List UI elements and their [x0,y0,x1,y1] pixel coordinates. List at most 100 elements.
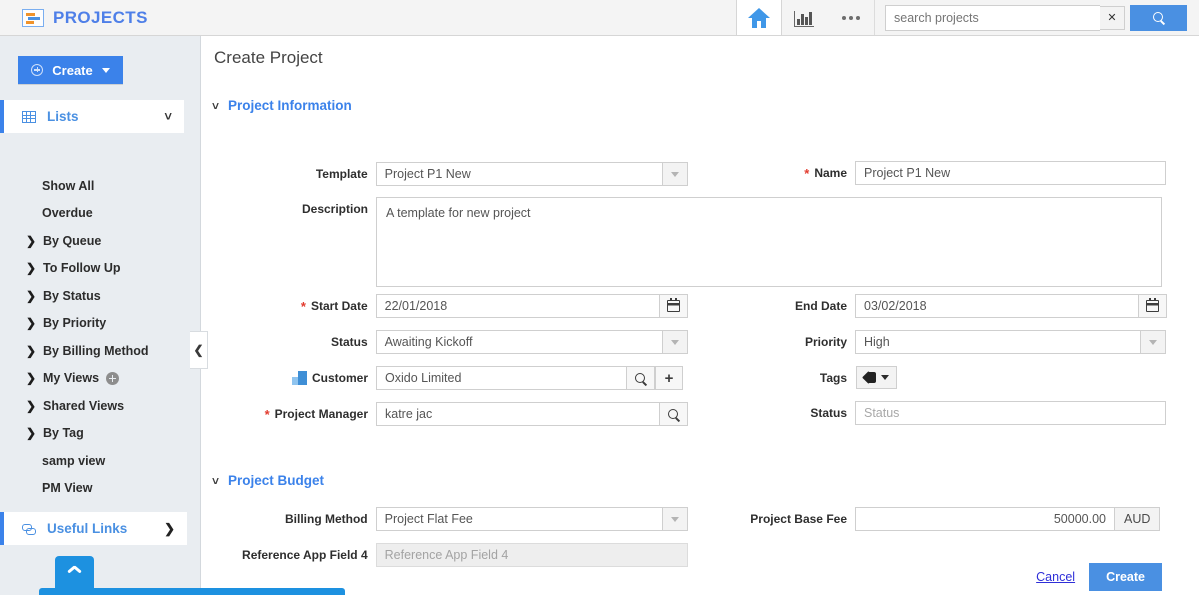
sidebar-nav-list: Show All Overdue ❯ By Queue ❯ To Follow … [0,172,201,545]
billing-method-select[interactable]: Project Flat Fee [375,507,664,531]
field-row-start-date: * Start Date 22/01/2018 [202,294,688,318]
template-select[interactable]: Project P1 New [375,162,664,186]
label-text: Priority [804,335,847,349]
chevron-right-icon: ❯ [26,288,37,303]
sidebar-item-by-tag[interactable]: ❯ By Tag [0,420,201,448]
field-row-status-secondary: Status Status [742,401,1199,425]
search-input[interactable] [885,4,1100,31]
sidebar-item-label: Useful Links [47,521,128,536]
customer-search-button[interactable] [627,366,655,390]
reference-app-field-4-input[interactable]: Reference App Field 4 [375,543,688,567]
building-icon [291,371,307,385]
section-header-project-information[interactable]: ˅ Project Information [212,98,352,113]
status-label: Status [202,335,368,349]
sidebar-item-label: My Views [43,371,100,386]
sidebar-item-my-views[interactable]: ❯ My Views [0,365,201,393]
field-row-status: Status Awaiting Kickoff [202,330,688,354]
ellipsis-icon [842,15,860,20]
label-text: Project Manager [274,407,368,421]
status-secondary-input[interactable]: Status [855,401,1166,425]
section-header-project-budget[interactable]: ˅ Project Budget [212,473,324,488]
customer-add-button[interactable]: + [655,366,683,390]
priority-dropdown-arrow[interactable] [1141,330,1166,354]
sidebar-item-by-priority[interactable]: ❯ By Priority [0,310,201,338]
project-manager-search-button[interactable] [660,402,688,426]
create-submit-button[interactable]: Create [1089,563,1162,591]
start-date-input[interactable]: 22/01/2018 [375,294,661,318]
label-text: Project Base Fee [750,512,847,526]
description-textarea[interactable]: A template for new project [376,197,1162,287]
more-options-button[interactable] [828,0,874,35]
label-text: Billing Method [284,512,368,526]
sidebar-item-useful-links[interactable]: Useful Links ❯ [0,512,187,545]
customer-input[interactable]: Oxido Limited [376,366,627,390]
project-base-fee-input[interactable]: 50000.00 [855,507,1115,531]
reference-app-field-4-placeholder: Reference App Field 4 [384,548,509,562]
reports-button[interactable] [782,0,828,35]
form-footer-actions: Cancel Create [1036,563,1162,591]
end-date-input[interactable]: 03/02/2018 [855,294,1139,318]
end-date-label: End Date [742,299,847,313]
sidebar-item-by-status[interactable]: ❯ By Status [0,282,201,310]
priority-value: High [864,335,890,349]
priority-select[interactable]: High [855,330,1141,354]
required-indicator: * [300,298,306,314]
projects-logo-icon [22,8,44,27]
sidebar-item-label: By Priority [43,316,107,331]
sidebar-item-label: By Tag [43,426,84,441]
search-icon [635,372,646,384]
create-button[interactable]: Create [18,56,123,84]
label-text: Start Date [310,299,368,313]
status-select[interactable]: Awaiting Kickoff [375,330,664,354]
tags-label: Tags [742,371,847,385]
bar-chart-icon [794,9,816,27]
sidebar-item-by-billing-method[interactable]: ❯ By Billing Method [0,337,201,365]
sidebar-item-to-follow-up[interactable]: ❯ To Follow Up [0,255,201,283]
page-title: Create Project [214,48,323,67]
project-manager-label: * Project Manager [202,407,368,421]
field-row-billing-method: Billing Method Project Flat Fee [202,507,688,531]
status-value: Awaiting Kickoff [384,335,473,349]
section-title: Project Information [228,98,352,113]
description-value: A template for new project [386,206,531,220]
home-button[interactable] [736,0,782,35]
cancel-link[interactable]: Cancel [1036,570,1075,584]
tags-picker-button[interactable] [856,366,897,389]
sidebar-item-label: PM View [42,481,93,496]
create-button-label: Create [52,62,93,78]
sidebar-item-samp-view[interactable]: samp view [0,447,201,475]
sidebar-item-show-all[interactable]: Show All [0,172,201,200]
sidebar-item-pm-view[interactable]: PM View [0,475,201,503]
currency-label: AUD [1124,512,1151,526]
search-scope-dropdown[interactable]: ✕ [1100,5,1125,30]
chevron-up-icon [68,565,82,573]
label-text: End Date [794,299,847,313]
chevron-down-icon: ˅ [212,473,220,488]
label-text: Customer [311,371,368,385]
template-dropdown-arrow[interactable] [663,162,688,186]
section-title: Project Budget [228,473,325,488]
add-view-icon[interactable] [106,371,120,385]
sidebar-item-shared-views[interactable]: ❯ Shared Views [0,392,201,420]
caret-down-icon [1149,339,1157,345]
sidebar-item-overdue[interactable]: Overdue [0,200,201,228]
label-text: Status [810,406,847,420]
caret-down-icon [671,516,680,522]
sidebar-item-by-queue[interactable]: ❯ By Queue [0,227,201,255]
start-date-calendar-button[interactable] [660,294,688,318]
project-manager-input[interactable]: katre jac [376,402,660,426]
sidebar-item-label: By Status [43,288,101,303]
required-indicator: * [264,406,270,422]
billing-method-dropdown-arrow[interactable] [663,507,688,531]
status-dropdown-arrow[interactable] [663,330,688,354]
label-text: Reference App Field 4 [242,548,368,562]
search-submit-button[interactable] [1130,4,1187,31]
end-date-calendar-button[interactable] [1139,294,1167,318]
sidebar-collapse-handle[interactable]: ❮ [190,331,208,369]
scroll-to-top-button[interactable] [55,556,94,589]
sidebar-item-lists[interactable]: Lists ˅ [0,100,184,133]
name-input[interactable]: Project P1 New [855,161,1166,185]
project-base-fee-value: 50000.00 [1053,512,1106,526]
field-row-name: * Name Project P1 New [742,161,1199,185]
